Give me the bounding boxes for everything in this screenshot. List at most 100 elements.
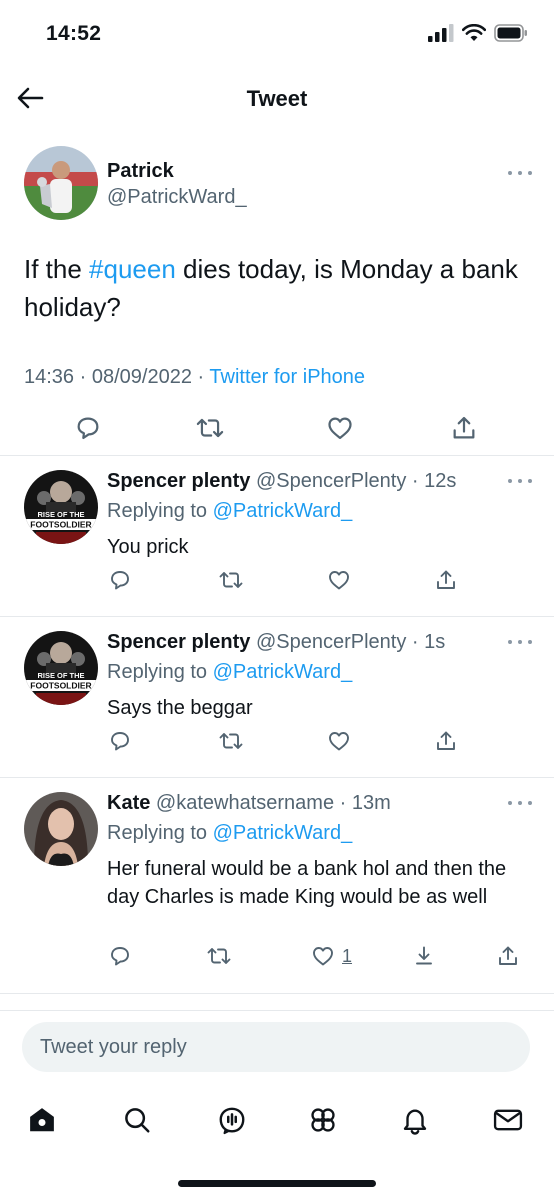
tab-search[interactable] [117,1100,157,1140]
reply-author-handle[interactable]: @SpencerPlenty [256,631,406,653]
tab-home[interactable] [22,1100,62,1140]
bookmark-button[interactable] [412,944,436,968]
avatar[interactable]: RISE OF THE FOOTSOLDIER [24,631,98,705]
replying-to-link[interactable]: @PatrickWard_ [213,822,353,844]
svg-text:FOOTSOLDIER: FOOTSOLDIER [30,681,91,691]
reply-author-name[interactable]: Spencer plenty [107,631,250,653]
reply-item[interactable]: Kate @katewhatsername · 13m Replying to … [0,778,554,993]
tweet-actions [0,410,554,450]
replying-to: Replying to @PatrickWard_ [107,661,353,683]
replying-to-link[interactable]: @PatrickWard_ [213,500,353,522]
avatar[interactable] [24,146,98,220]
more-options-button[interactable] [508,168,532,178]
tweet-date: 08/09/2022 [91,366,192,388]
reply-time: · 12s [411,470,457,492]
retweet-button[interactable] [192,410,228,446]
like-count: 1 [342,945,353,966]
status-bar: 14:52 [0,0,554,70]
tab-spaces[interactable] [212,1100,252,1140]
like-button[interactable]: 1 [310,944,352,968]
reply-button[interactable] [108,568,132,592]
tab-messages[interactable] [488,1100,528,1140]
reply-author-name[interactable]: Kate [107,792,150,814]
more-icon [508,479,512,483]
reply-header: Kate @katewhatsername · 13m [107,792,391,815]
tweet-source-link[interactable]: Twitter for iPhone [209,366,365,388]
tab-notifications[interactable] [395,1100,435,1140]
retweet-icon [219,733,243,749]
home-indicator [178,1180,376,1187]
divider [0,993,554,994]
more-icon [508,801,512,805]
communities-icon [311,1108,335,1132]
share-button[interactable] [446,410,482,446]
spaces-icon [219,1107,245,1135]
reply-header: Spencer plenty @SpencerPlenty · 1s [107,631,445,654]
hashtag-link[interactable]: #queen [89,254,176,284]
share-icon [437,731,455,750]
tab-communities[interactable] [303,1100,343,1140]
reply-button[interactable] [70,410,106,446]
reply-author-handle[interactable]: @SpencerPlenty [256,470,406,492]
retweet-button[interactable] [218,568,244,592]
wifi-icon [462,24,486,41]
svg-text:FOOTSOLDIER: FOOTSOLDIER [30,520,91,530]
reply-author-handle[interactable]: @katewhatsername [156,792,334,814]
reply-icon [111,571,129,590]
more-options-button[interactable] [508,476,532,486]
share-button[interactable] [496,944,520,968]
svg-text:RISE OF THE: RISE OF THE [37,510,84,519]
reply-header: Spencer plenty @SpencerPlenty · 12s [107,470,456,493]
reply-composer[interactable] [22,1022,530,1072]
reply-item[interactable]: RISE OF THE FOOTSOLDIER Spencer plenty @… [0,617,554,777]
reply-icon [77,417,99,440]
author-name[interactable]: Patrick [107,160,174,183]
heart-icon [313,947,333,966]
heart-icon [329,571,349,590]
like-button[interactable] [326,729,352,753]
reply-icon [111,732,129,751]
reply-actions [0,729,554,763]
reply-actions: 1 [0,944,554,978]
replying-to: Replying to @PatrickWard_ [107,500,353,522]
retweet-icon [207,948,231,964]
status-time: 14:52 [46,22,102,45]
reply-item[interactable]: RISE OF THE FOOTSOLDIER Spencer plenty @… [0,456,554,616]
composer-divider [0,1010,554,1011]
share-button[interactable] [434,568,458,592]
retweet-icon [196,418,224,438]
reply-text: You prick [107,536,189,558]
more-options-button[interactable] [508,798,532,808]
reply-button[interactable] [108,729,132,753]
replying-to-link[interactable]: @PatrickWard_ [213,661,353,683]
reply-author-name[interactable]: Spencer plenty [107,470,250,492]
notifications-icon [403,1109,427,1135]
retweet-icon [219,572,243,588]
reply-icon [111,947,129,966]
reply-button[interactable] [108,944,132,968]
reply-text: Says the beggar [107,697,253,719]
more-options-button[interactable] [508,637,532,647]
reply-input[interactable] [22,1022,530,1072]
share-button[interactable] [434,729,458,753]
like-button[interactable] [326,568,352,592]
retweet-button[interactable] [206,944,232,968]
search-icon [125,1108,150,1133]
status-icons [428,24,528,42]
reply-time: · 13m [339,792,391,814]
share-icon [437,570,455,589]
avatar[interactable] [24,792,98,866]
like-button[interactable] [322,410,358,446]
more-icon [508,171,512,175]
more-icon [508,640,512,644]
reply-actions [0,568,554,602]
heart-icon [328,417,352,440]
retweet-button[interactable] [218,729,244,753]
share-icon [499,946,517,965]
author-handle[interactable]: @PatrickWard_ [107,186,247,209]
avatar[interactable]: RISE OF THE FOOTSOLDIER [24,470,98,544]
tweet-header: Tweet [0,70,554,130]
tweet-time: 14:36 [24,366,75,388]
replying-to: Replying to @PatrickWard_ [107,822,353,844]
signal-icon [428,24,454,42]
